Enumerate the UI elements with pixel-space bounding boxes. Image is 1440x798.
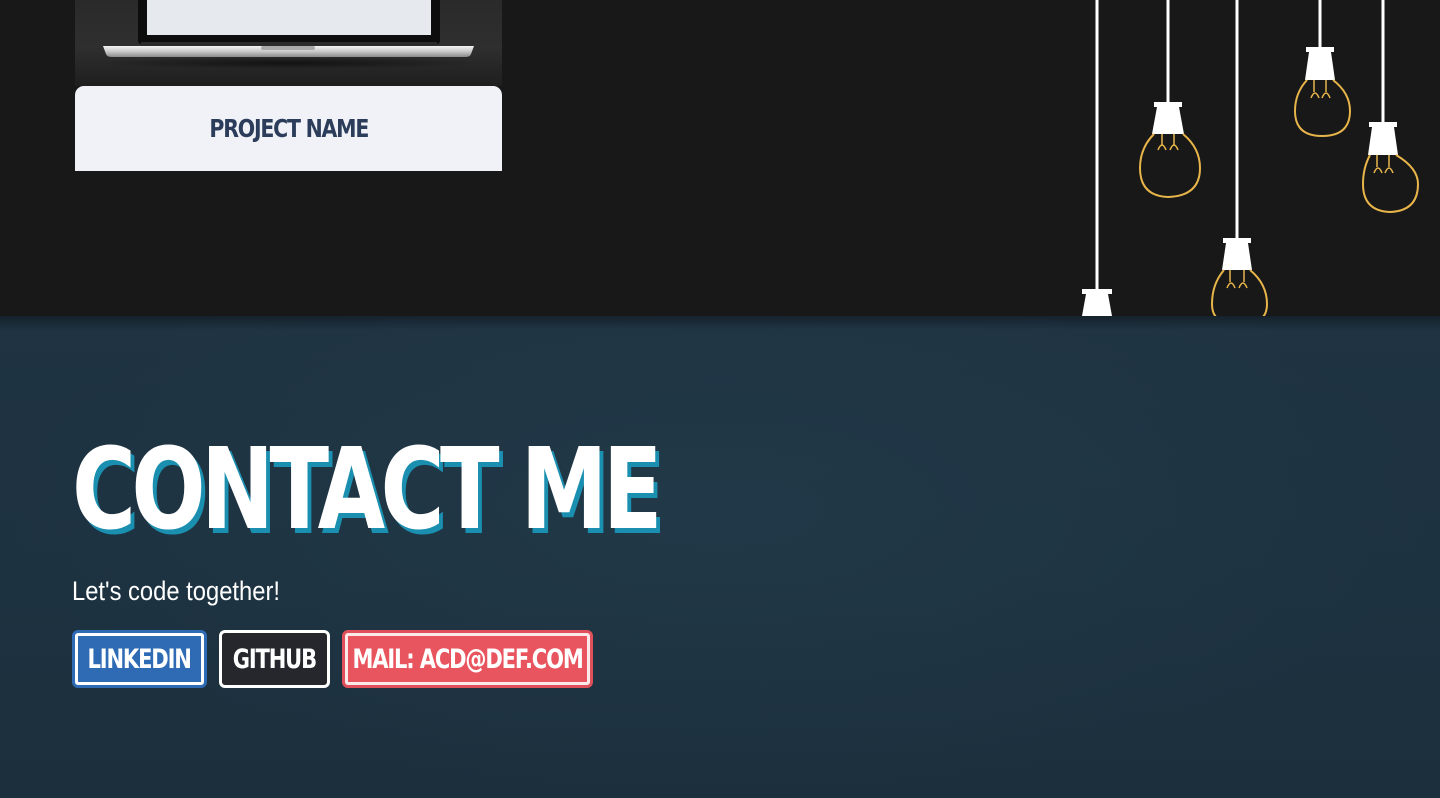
projects-section: Project name	[0, 0, 1440, 316]
bulb-2	[1138, 102, 1202, 199]
mail-button-label: Mail: acd@def.com	[352, 643, 583, 675]
project-label-box: Project name	[75, 86, 502, 171]
contact-tagline: Let's code together!	[72, 576, 280, 606]
mail-button[interactable]: Mail: acd@def.com	[342, 630, 593, 688]
bulb-1	[1082, 289, 1112, 316]
laptop-image	[98, 0, 478, 69]
github-button-label: Github	[232, 643, 317, 675]
github-button[interactable]: Github	[219, 630, 330, 688]
contact-title: Contact me	[72, 425, 663, 555]
contact-section: Contact me Let's code together! LinkedIn…	[0, 316, 1440, 798]
contact-buttons: LinkedIn Github Mail: acd@def.com	[72, 630, 593, 688]
bulb-5	[1361, 122, 1420, 214]
project-name: Project name	[209, 114, 369, 143]
project-card[interactable]: Project name	[75, 0, 502, 171]
bulb-4	[1293, 47, 1352, 138]
linkedin-button-label: LinkedIn	[87, 643, 192, 675]
linkedin-button-inner[interactable]: LinkedIn	[75, 633, 204, 685]
bulb-3	[1210, 238, 1269, 316]
page: Project name	[0, 0, 1440, 798]
project-thumbnail[interactable]	[75, 0, 502, 86]
github-button-inner[interactable]: Github	[222, 633, 327, 685]
mail-button-inner[interactable]: Mail: acd@def.com	[345, 633, 590, 685]
linkedin-button[interactable]: LinkedIn	[72, 630, 207, 688]
hanging-bulbs-icon	[1082, 0, 1420, 316]
